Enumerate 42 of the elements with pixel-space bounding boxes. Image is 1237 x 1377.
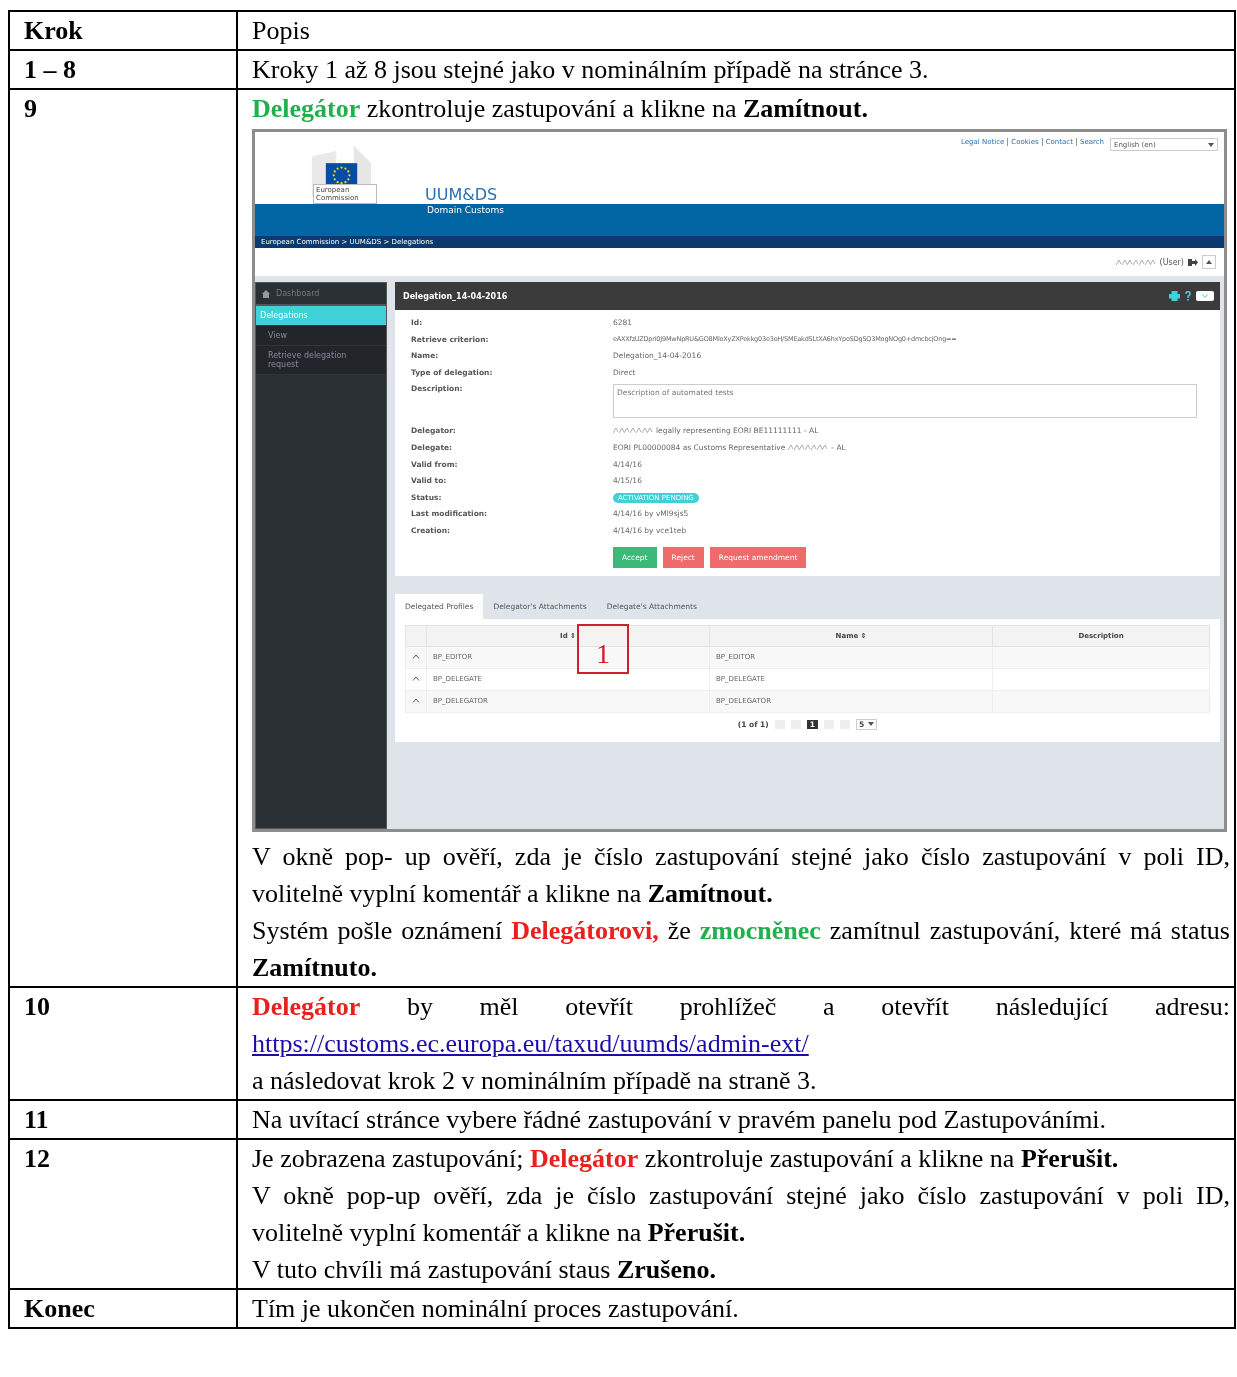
dropdown-caret-icon (868, 722, 875, 727)
user-menu-button[interactable] (1202, 255, 1216, 269)
chevron-down-icon (1202, 294, 1208, 298)
dropdown-caret-icon (1208, 142, 1214, 147)
step-description: Tím je ukončen nominální proces zastupování. (252, 1293, 740, 1325)
redacted-name-drawing (788, 443, 829, 451)
user-label: (User) (1159, 257, 1184, 267)
sidebar-item[interactable]: Retrieve delegation request (256, 346, 386, 375)
sidebar-item[interactable]: View (256, 326, 386, 346)
redacted-name-drawing (1115, 258, 1156, 266)
url-link[interactable]: https://customs.ec.europa.eu/taxud/uumds/admin-ext/ (252, 1029, 809, 1058)
app-title: UUM&DS (425, 185, 498, 204)
step-number: 1 – 8 (9, 50, 237, 89)
step-description: Delegátor zkontroluje zastupování a klikne na Zamítnout. (252, 93, 869, 125)
step-number: 10 (9, 987, 237, 1100)
step-description: Delegátor by měl otevřít prohlížeč a otevřít následující adresu: https://customs.ec.europa.eu/taxud/uumds/admin-ext/ (252, 991, 1230, 1060)
step-description: Na uvítací stránce vybere řádné zastupování v pravém panelu pod Zastupováními. (252, 1104, 1108, 1136)
step-number: 11 (9, 1100, 237, 1139)
step-description: V okně pop-up ověří, zda je číslo zastupování stejné jako číslo zastupování v poli ID, volitelně vyplní komentář a klikne na Přerušit. (252, 1180, 1230, 1249)
redacted-name-drawing (613, 427, 653, 435)
caret-icon[interactable] (412, 698, 420, 704)
logout-icon[interactable] (1188, 257, 1198, 267)
help-icon[interactable] (1185, 291, 1191, 301)
home-icon (262, 289, 270, 298)
sidebar-header[interactable]: Dashboard (276, 289, 320, 298)
step-number: 9 (9, 89, 237, 987)
step-description: Kroky 1 až 8 jsou stejné jako v nominálním případě na stránce 3. (252, 54, 930, 86)
step-description: V okně pop- up ověří, zda je číslo zastupování stejné jako číslo zastupování v poli ID, volitelně vyplní komentář a klikne na Zamítnout. (252, 841, 1230, 910)
step-number: 12 (9, 1139, 237, 1289)
panel-title: Delegation_14-04-2016 (403, 291, 508, 301)
column-header: Krok (9, 11, 237, 50)
app-subtitle: Domain Customs (427, 204, 504, 217)
step-number: Konec (9, 1289, 237, 1328)
caret-icon (1206, 260, 1212, 264)
step-description: Je zobrazena zastupování; Delegátor zkontroluje zastupování a klikne na Přerušit. (252, 1143, 1120, 1175)
column-header: Popis (237, 11, 1235, 50)
callout-marker: 1 (577, 624, 629, 674)
step-description: V tuto chvíli má zastupování staus Zrušeno. (252, 1254, 717, 1286)
caret-icon[interactable] (412, 676, 420, 682)
step-description: a následovat krok 2 v nominálním případě na straně 3. (252, 1065, 818, 1097)
step-description: Systém pošle oznámení Delegátorovi, že zmocněnec zamítnul zastupování, které má status Zamítnuto. (252, 915, 1230, 984)
caret-icon[interactable] (412, 654, 420, 660)
